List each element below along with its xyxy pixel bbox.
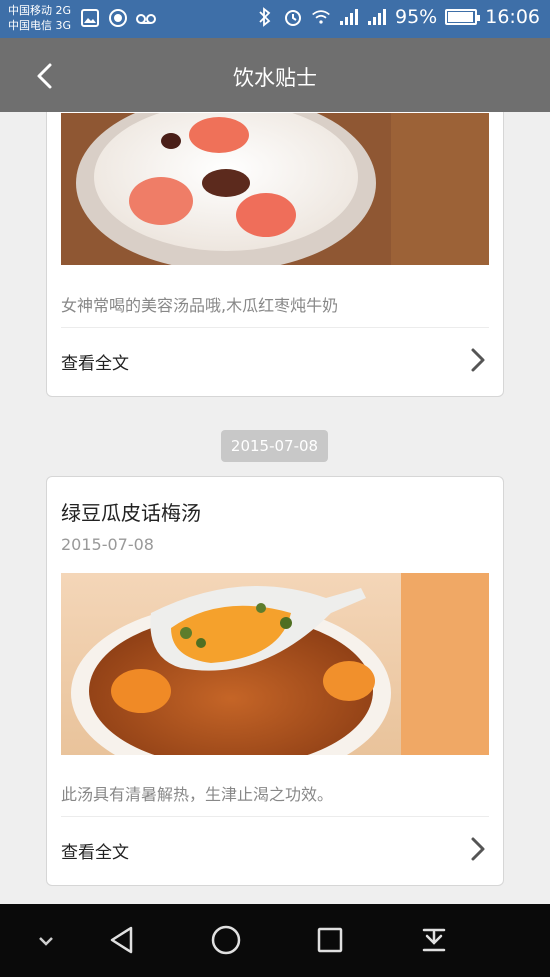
article-title: 绿豆瓜皮话梅汤 xyxy=(61,501,201,525)
bluetooth-icon xyxy=(255,7,275,27)
article-card: 女神常喝的美容汤品哦,木瓜红枣炖牛奶 查看全文 xyxy=(46,112,504,397)
notification-icons xyxy=(80,8,156,28)
navigation-bar xyxy=(0,904,550,977)
nav-back-button[interactable] xyxy=(104,922,140,958)
wifi-icon xyxy=(311,7,331,27)
title-bar: 饮水贴士 xyxy=(0,38,550,112)
article-date: 2015-07-08 xyxy=(61,535,154,554)
date-chip: 2015-07-08 xyxy=(221,430,328,462)
nav-collapse-button[interactable] xyxy=(28,922,64,958)
nav-notifications-button[interactable] xyxy=(416,922,452,958)
signal-icon xyxy=(339,7,359,27)
nav-home-button[interactable] xyxy=(208,922,244,958)
page-title: 饮水贴士 xyxy=(233,66,317,90)
article-description: 此汤具有清暑解热，生津止渴之功效。 xyxy=(61,785,334,804)
divider xyxy=(61,816,489,817)
chevron-right-icon xyxy=(471,348,485,372)
nav-recents-button[interactable] xyxy=(312,922,348,958)
alarm-icon xyxy=(283,7,303,27)
read-more-button[interactable]: 查看全文 xyxy=(47,822,503,878)
battery-percent: 95% xyxy=(395,6,438,28)
gallery-icon xyxy=(80,8,100,28)
read-more-label: 查看全文 xyxy=(61,354,129,374)
status-bar: 中国移动 2G 中国电信 3G 95% 16:06 xyxy=(0,0,550,38)
chevron-right-icon xyxy=(471,837,485,861)
divider xyxy=(61,327,489,328)
article-list[interactable]: 女神常喝的美容汤品哦,木瓜红枣炖牛奶 查看全文 2015-07-08 绿豆瓜皮话… xyxy=(0,112,550,904)
article-image[interactable] xyxy=(61,113,489,265)
circle-home-icon xyxy=(211,925,241,955)
battery-icon xyxy=(445,9,481,25)
signal-icon xyxy=(367,7,387,27)
carrier-2: 中国电信 3G xyxy=(8,19,72,32)
app-icon xyxy=(108,8,128,28)
square-recents-icon xyxy=(317,927,343,953)
carrier-info: 中国移动 2G 中国电信 3G xyxy=(8,3,71,33)
battery-fill xyxy=(448,12,473,22)
triangle-back-icon xyxy=(110,926,133,954)
system-icons: 95% 16:06 xyxy=(255,6,540,28)
read-more-label: 查看全文 xyxy=(61,843,129,863)
read-more-button[interactable]: 查看全文 xyxy=(47,333,503,389)
pull-down-icon xyxy=(422,928,446,952)
article-image[interactable] xyxy=(61,573,489,755)
carrier-1: 中国移动 2G xyxy=(8,4,72,17)
clock: 16:06 xyxy=(485,6,540,28)
article-card: 绿豆瓜皮话梅汤 2015-07-08 此汤具有清暑解热，生津止渴之功效。 查看全… xyxy=(46,476,504,886)
chevron-down-icon xyxy=(39,937,53,946)
article-description: 女神常喝的美容汤品哦,木瓜红枣炖牛奶 xyxy=(61,296,339,315)
voicemail-icon xyxy=(136,8,156,28)
